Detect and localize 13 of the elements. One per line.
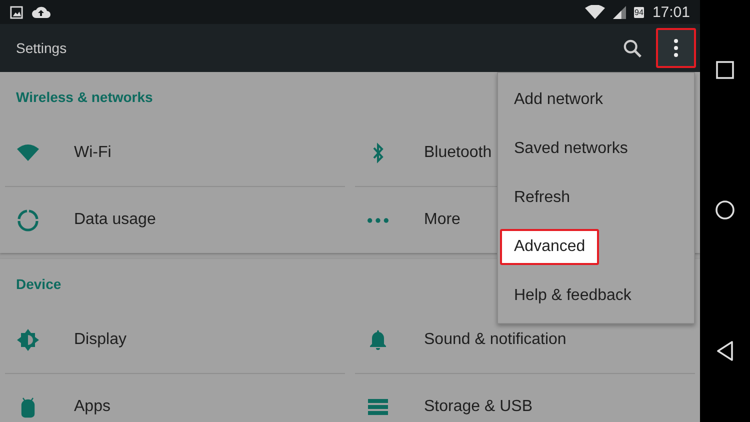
item-label: Wi-Fi [74, 144, 112, 162]
item-label: Bluetooth [424, 144, 492, 162]
toolbar-title: Settings [16, 40, 68, 56]
section-header: Wireless & networks [16, 89, 153, 105]
item-label: Data usage [74, 211, 156, 229]
item-label: Storage & USB [424, 398, 532, 416]
item-label: More [424, 211, 460, 229]
battery-level: 94 [634, 6, 644, 18]
item-label: Apps [74, 398, 110, 416]
item-label: Display [74, 331, 126, 349]
section-header: Device [16, 276, 62, 292]
clock-time: 17:01 [652, 4, 690, 20]
item-label: Sound & notification [424, 331, 566, 349]
